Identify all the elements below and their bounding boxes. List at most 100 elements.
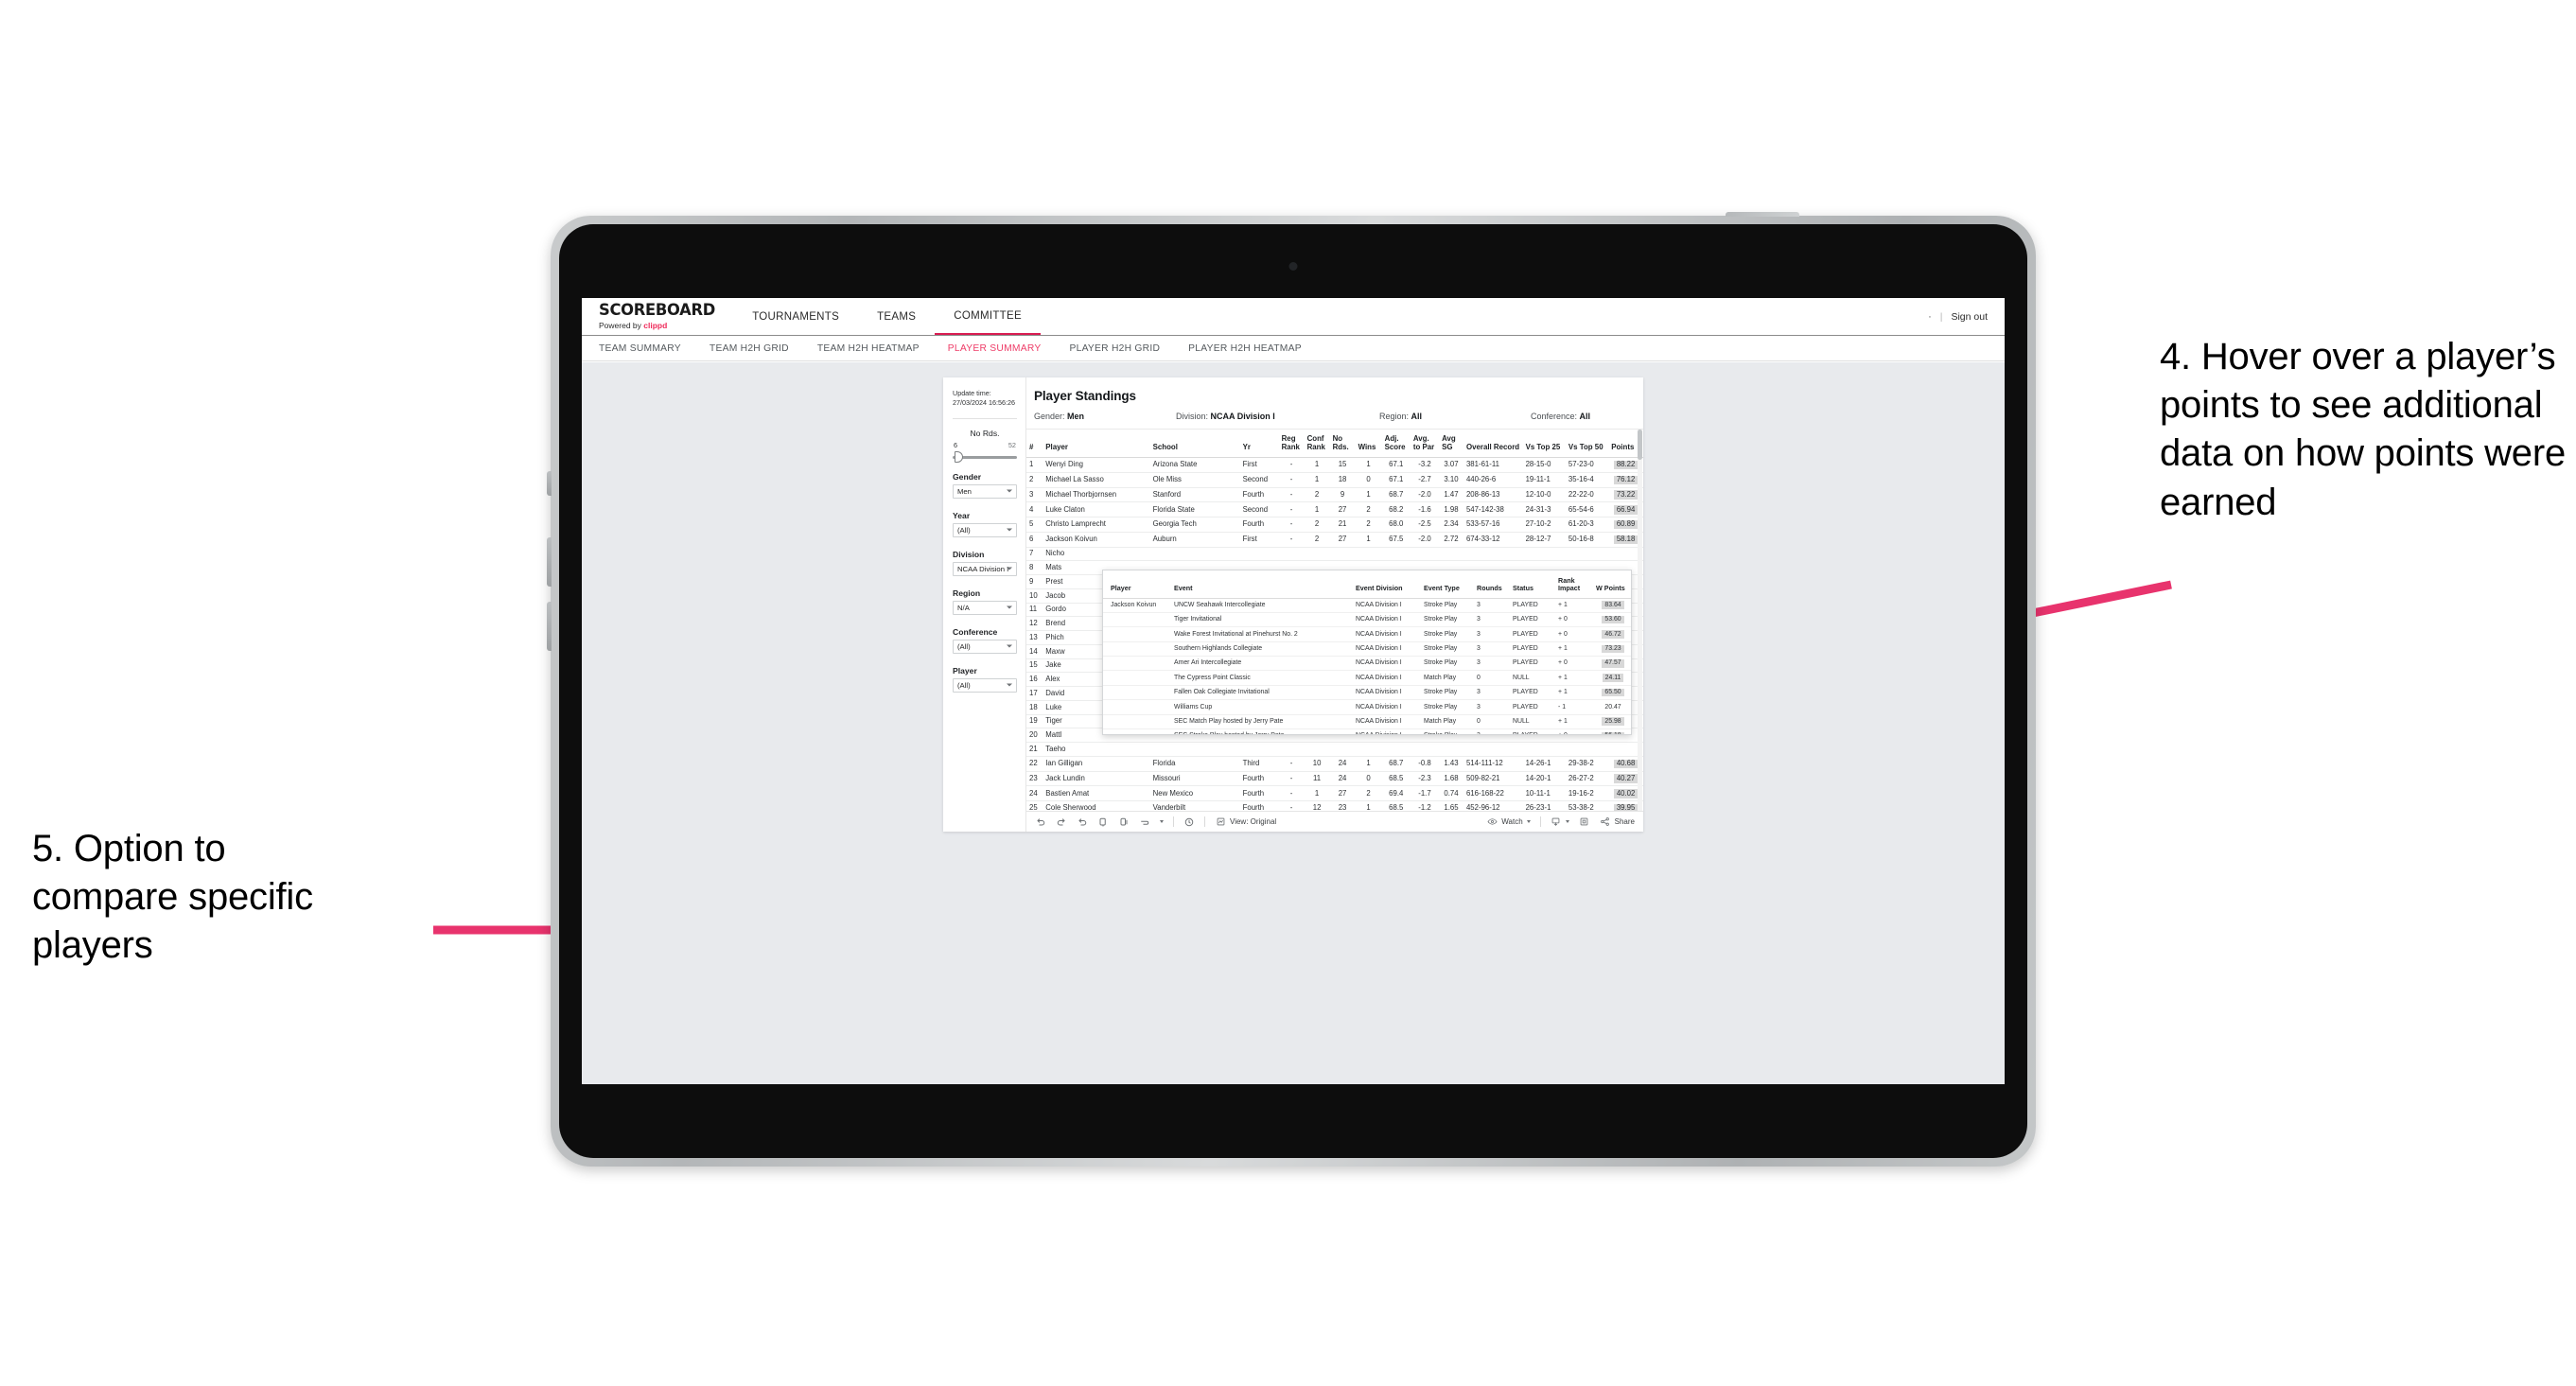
slider-handle[interactable] [955,451,963,464]
scrollbar-thumb[interactable] [1638,430,1642,460]
col-vs-top-25[interactable]: Vs Top 25 [1522,430,1566,459]
tt-col-player: Player [1103,570,1171,599]
table-row[interactable]: 3 Michael Thorbjornsen Stanford Fourth -2 9 1 6… [1026,487,1643,503]
col-no-rds[interactable]: No Rds. [1329,430,1356,459]
secondary-nav: TEAM SUMMARY TEAM H2H GRID TEAM H2H HEAT… [582,336,2005,361]
share-button[interactable]: Share [1600,816,1635,828]
sign-out-link[interactable]: Sign out [1951,311,1988,323]
tablet-power-button[interactable] [1726,212,1799,217]
fullscreen-icon[interactable] [1579,816,1590,828]
table-row[interactable]: 4 Luke Claton Florida State Second -1 27 2 68.2… [1026,501,1643,518]
filter-gender-label: Gender [953,471,982,482]
tt-cell-rank-impact: + 1 [1555,714,1593,729]
table-scrollbar[interactable] [1638,430,1642,811]
header-right-controls: · | Sign out [1928,298,2005,335]
table-row[interactable]: 23 Jack Lundin Missouri Fourth -11 24 0 68.5 -2.… [1026,771,1643,787]
cell-conf-rank: 2 [1304,517,1330,533]
tt-col-event: Event [1171,570,1353,599]
tooltip-row: Southern Highlands Collegiate NCAA Divisi… [1103,641,1631,658]
revert-icon[interactable] [1077,816,1088,828]
meta-division-label: Division: [1176,412,1209,421]
cell-avg-sg: 1.68 [1439,771,1463,787]
nav-item-teams[interactable]: TEAMS [858,298,935,335]
nav-item-tournaments[interactable]: TOURNAMENTS [733,298,858,335]
col-player[interactable]: Player [1043,430,1150,459]
pause-icon[interactable] [1118,816,1130,828]
tab-team-summary[interactable]: TEAM SUMMARY [599,343,696,354]
cell-reg-rank: - [1278,501,1305,518]
tab-team-h2h-grid[interactable]: TEAM H2H GRID [710,343,804,354]
standings-table-wrap[interactable]: # Player School Yr Reg Rank Conf Rank No… [1026,430,1643,811]
tablet-volume-up-button[interactable] [547,537,552,587]
col-avg-to-par[interactable]: Avg. to Par [1410,430,1440,459]
tab-team-h2h-heatmap[interactable]: TEAM H2H HEATMAP [817,343,935,354]
tt-cell-player [1103,656,1171,672]
meta-division-value: NCAA Division I [1210,412,1275,421]
tt-cell-rank-impact: + 0 [1555,612,1593,628]
tt-cell-player [1103,612,1171,628]
cell-adj-score: 68.7 [1381,756,1411,772]
cell-avg-sg: 2.72 [1439,532,1463,548]
table-row[interactable]: 22 Ian Gilligan Florida Third -10 24 1 68.7 -0.8… [1026,756,1643,772]
undo-icon[interactable] [1035,816,1046,828]
tab-player-summary[interactable]: PLAYER SUMMARY [948,343,1057,354]
tt-cell-type: Stroke Play [1421,598,1474,613]
col-yr[interactable]: Yr [1239,430,1279,459]
page-title: Player Standings [1034,389,1136,403]
table-row[interactable]: 5 Christo Lamprecht Georgia Tech Fourth -2 21… [1026,517,1643,533]
tablet-volume-down-button[interactable] [547,602,552,651]
col-overall-record[interactable]: Overall Record [1463,430,1523,459]
col-vs-top-50[interactable]: Vs Top 50 [1565,430,1609,459]
brand-title: SCOREBOARD [599,301,716,321]
redo-icon[interactable] [1056,816,1067,828]
col-rank[interactable]: # [1026,430,1043,459]
tt-cell-w-points: 25.98 [1593,714,1631,729]
table-row[interactable]: 7 Nicho [1026,547,1643,562]
tt-cell-division: NCAA Division I [1353,670,1421,686]
cell-avg-sg [1439,742,1463,757]
col-adj-score[interactable]: Adj. Score [1381,430,1411,459]
user-glyph[interactable]: · [1928,311,1932,323]
table-row[interactable]: 25 Cole Sherwood Vanderbilt Fourth -12 23 1 68.… [1026,800,1643,811]
tab-player-h2h-heatmap[interactable]: PLAYER H2H HEATMAP [1188,343,1317,354]
cell-vs-top-50: 50-16-8 [1565,532,1609,548]
col-wins[interactable]: Wins [1355,430,1382,459]
col-avg-sg[interactable]: Avg SG [1439,430,1463,459]
no-rounds-slider[interactable] [953,451,1017,464]
col-school[interactable]: School [1149,430,1240,459]
tt-cell-rank-impact: + 0 [1555,728,1593,734]
chevron-down-icon[interactable] [1160,820,1164,823]
col-reg-rank[interactable]: Reg Rank [1278,430,1305,459]
table-row[interactable]: 2 Michael La Sasso Ole Miss Second -1 18 0 67.1… [1026,472,1643,488]
view-original-button[interactable]: View: Original [1215,816,1276,828]
watch-button[interactable]: Watch [1486,816,1531,828]
tab-player-h2h-grid[interactable]: PLAYER H2H GRID [1069,343,1175,354]
table-row[interactable]: 24 Bastien Amat New Mexico Fourth -1 27 2 69.4-… [1026,785,1643,802]
cell-overall-record: 533-57-16 [1463,517,1523,533]
table-row[interactable]: 6 Jackson Koivun Auburn First -2 27 1 67.5 -2.0 2… [1026,532,1643,548]
tt-cell-w-points: 20.47 [1593,699,1631,715]
table-row[interactable]: 1 Wenyi Ding Arizona State First -1 15 1 67.1 -3… [1026,457,1643,473]
toolbar-divider [1539,816,1541,827]
brand-logo[interactable]: SCOREBOARD Powered by clippd [582,298,733,335]
refresh-icon[interactable] [1097,816,1109,828]
pause-auto-update-icon[interactable] [1183,816,1195,828]
cell-yr [1239,547,1279,562]
filter-conference-select[interactable]: (All) [953,639,1017,654]
tt-cell-division: NCAA Division I [1353,626,1421,642]
tt-cell-w-points: 24.11 [1593,670,1631,686]
nav-item-committee[interactable]: COMMITTEE [935,298,1041,335]
filter-year-select[interactable]: (All) [953,522,1017,537]
filter-region-select[interactable]: N/A [953,600,1017,615]
download-button[interactable] [1551,816,1569,828]
undo-arrow-icon[interactable] [1139,816,1150,828]
cell-reg-rank: - [1278,785,1305,802]
filter-division-select[interactable]: NCAA Division I [953,561,1017,576]
tablet-side-button-1[interactable] [547,471,552,496]
cell-vs-top-50: 29-38-2 [1565,756,1609,772]
filter-player-select[interactable]: (All) [953,677,1017,693]
cell-no-rds [1329,742,1356,757]
table-row[interactable]: 21 Taeho [1026,742,1643,757]
col-conf-rank[interactable]: Conf Rank [1304,430,1330,459]
filter-gender-select[interactable]: Men [953,483,1017,499]
